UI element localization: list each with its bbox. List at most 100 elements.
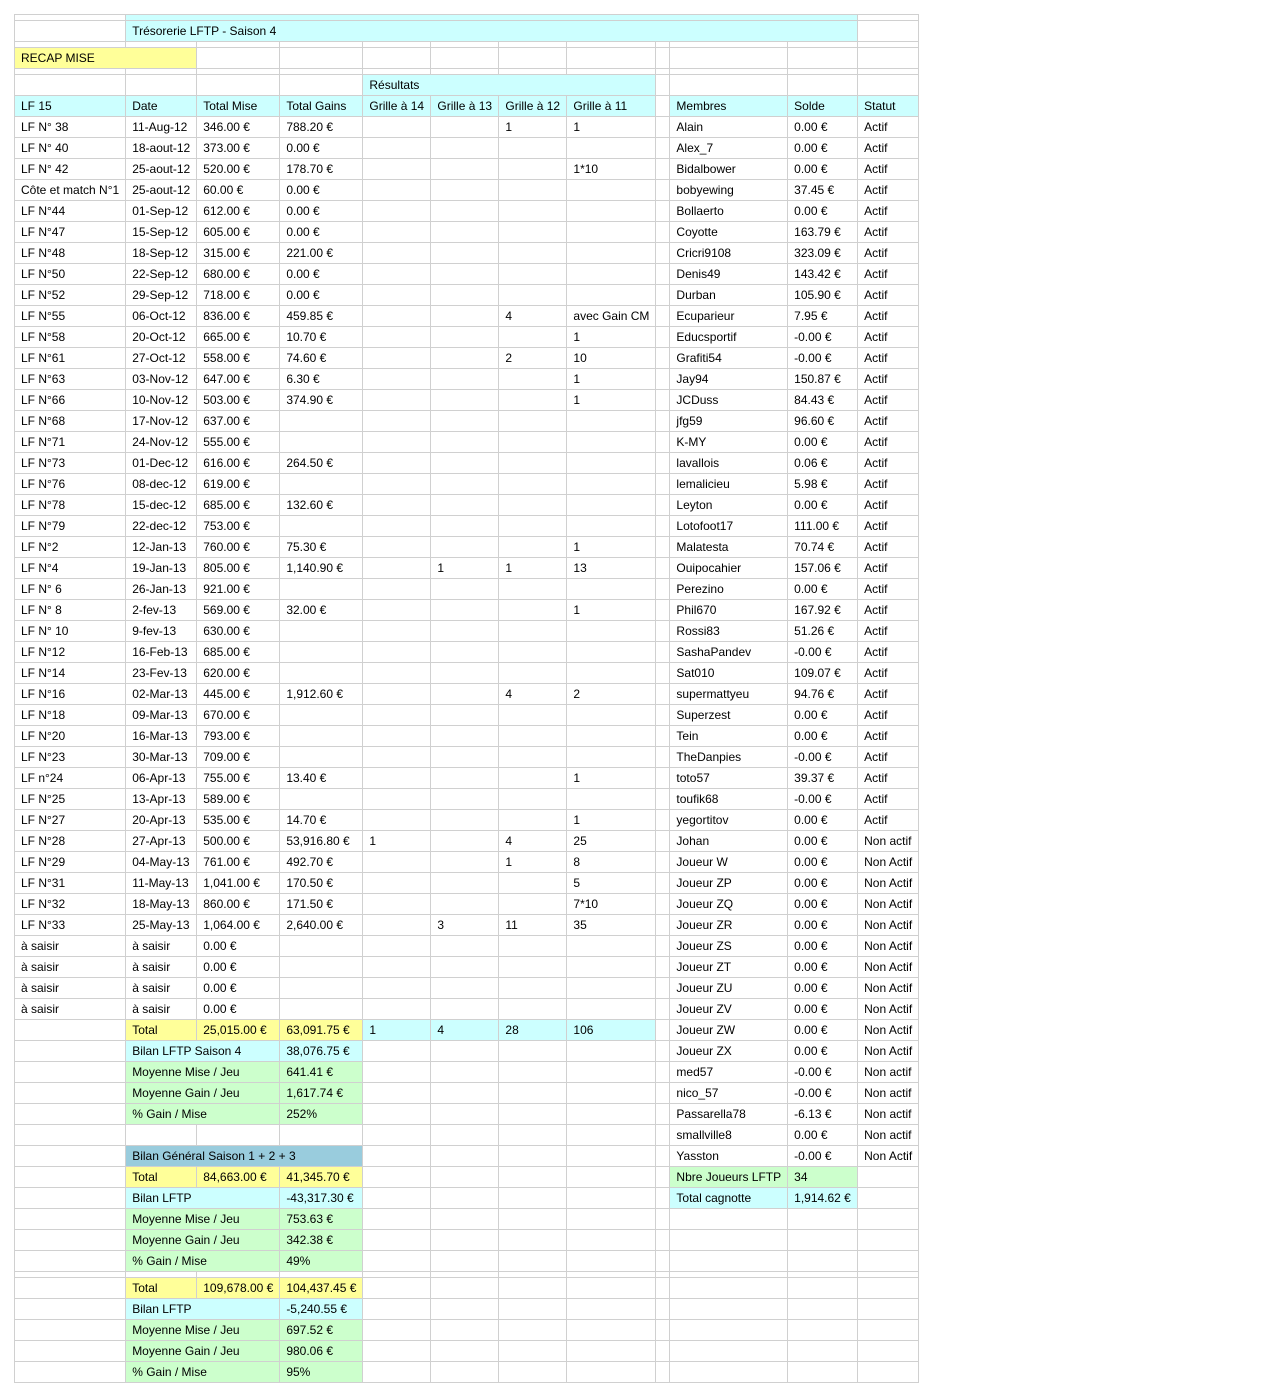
row-date[interactable]: 22-Sep-12 bbox=[125, 263, 198, 285]
row-grille-12[interactable] bbox=[498, 662, 568, 684]
season-bilan-label[interactable]: Bilan LFTP Saison 4 bbox=[125, 1040, 281, 1062]
member-statut[interactable]: Non Actif bbox=[857, 1145, 920, 1167]
member-solde[interactable]: -0.00 € bbox=[787, 788, 859, 810]
row-grille-12[interactable] bbox=[498, 137, 568, 159]
row-grille-12[interactable] bbox=[498, 221, 568, 243]
row-label[interactable]: LF N°12 bbox=[13, 641, 127, 663]
row-total-gains[interactable] bbox=[279, 935, 364, 957]
row-label[interactable]: LF N°66 bbox=[13, 389, 127, 411]
member-solde[interactable]: -6.13 € bbox=[787, 1103, 859, 1125]
row-grille-11[interactable]: 7*10 bbox=[566, 893, 657, 915]
row-total-mise[interactable]: 709.00 € bbox=[196, 746, 281, 768]
row-grille-12[interactable] bbox=[498, 998, 568, 1020]
row-grille-13[interactable] bbox=[430, 116, 500, 138]
member-solde[interactable]: 70.74 € bbox=[787, 536, 859, 558]
row-total-mise[interactable]: 760.00 € bbox=[196, 536, 281, 558]
grand-moy-gain-label[interactable]: Moyenne Gain / Jeu bbox=[125, 1340, 281, 1362]
row-date[interactable]: 06-Apr-13 bbox=[125, 767, 198, 789]
row-grille-13[interactable]: 3 bbox=[430, 914, 500, 936]
row-label[interactable]: à saisir bbox=[13, 935, 127, 957]
member-statut[interactable]: Actif bbox=[857, 494, 920, 516]
member-name[interactable]: Leyton bbox=[669, 494, 789, 516]
row-label[interactable]: LF N°68 bbox=[13, 410, 127, 432]
row-grille-13[interactable] bbox=[430, 515, 500, 537]
row-grille-12[interactable] bbox=[498, 494, 568, 516]
row-label[interactable]: LF N°48 bbox=[13, 242, 127, 264]
row-grille-13[interactable] bbox=[430, 221, 500, 243]
member-statut[interactable]: Non actif bbox=[857, 1082, 920, 1104]
row-total-mise[interactable]: 555.00 € bbox=[196, 431, 281, 453]
row-total-mise[interactable]: 665.00 € bbox=[196, 326, 281, 348]
member-name[interactable]: K-MY bbox=[669, 431, 789, 453]
row-grille-11[interactable] bbox=[566, 641, 657, 663]
header-grille-13[interactable]: Grille à 13 bbox=[430, 95, 500, 117]
row-grille-11[interactable]: 2 bbox=[566, 683, 657, 705]
row-total-gains[interactable] bbox=[279, 725, 364, 747]
row-grille-13[interactable] bbox=[430, 830, 500, 852]
summary-value[interactable]: 34 bbox=[787, 1166, 859, 1188]
row-date[interactable]: 15-dec-12 bbox=[125, 494, 198, 516]
row-grille-13[interactable] bbox=[430, 851, 500, 873]
row-grille-11[interactable] bbox=[566, 179, 657, 201]
member-statut[interactable]: Actif bbox=[857, 767, 920, 789]
header-solde[interactable]: Solde bbox=[787, 95, 859, 117]
row-grille-11[interactable]: 8 bbox=[566, 851, 657, 873]
grand-total-mise[interactable]: 109,678.00 € bbox=[196, 1277, 281, 1299]
row-date[interactable]: 25-aout-12 bbox=[125, 158, 198, 180]
member-solde[interactable]: 163.79 € bbox=[787, 221, 859, 243]
member-statut[interactable]: Actif bbox=[857, 599, 920, 621]
row-total-gains[interactable]: 14.70 € bbox=[279, 809, 364, 831]
member-name[interactable]: bobyewing bbox=[669, 179, 789, 201]
row-total-mise[interactable]: 718.00 € bbox=[196, 284, 281, 306]
row-total-mise[interactable]: 0.00 € bbox=[196, 998, 281, 1020]
member-name[interactable]: lavallois bbox=[669, 452, 789, 474]
grand-total-gains[interactable]: 104,437.45 € bbox=[279, 1277, 364, 1299]
row-label[interactable]: Côte et match N°1 bbox=[13, 179, 127, 201]
member-statut[interactable]: Actif bbox=[857, 347, 920, 369]
row-grille-14[interactable] bbox=[362, 431, 432, 453]
general-total-label[interactable]: Total bbox=[125, 1166, 198, 1188]
row-total-mise[interactable]: 647.00 € bbox=[196, 368, 281, 390]
row-label[interactable]: LF N°14 bbox=[13, 662, 127, 684]
member-solde[interactable]: 0.00 € bbox=[787, 956, 859, 978]
row-total-mise[interactable]: 0.00 € bbox=[196, 977, 281, 999]
row-total-gains[interactable] bbox=[279, 578, 364, 600]
member-statut[interactable]: Actif bbox=[857, 662, 920, 684]
row-total-mise[interactable]: 755.00 € bbox=[196, 767, 281, 789]
row-grille-14[interactable] bbox=[362, 242, 432, 264]
member-statut[interactable]: Actif bbox=[857, 410, 920, 432]
grand-pct-label[interactable]: % Gain / Mise bbox=[125, 1361, 281, 1383]
member-solde[interactable]: 0.00 € bbox=[787, 1040, 859, 1062]
row-grille-13[interactable] bbox=[430, 725, 500, 747]
row-grille-11[interactable] bbox=[566, 410, 657, 432]
member-name[interactable]: Perezino bbox=[669, 578, 789, 600]
member-solde[interactable]: -0.00 € bbox=[787, 326, 859, 348]
row-total-mise[interactable]: 620.00 € bbox=[196, 662, 281, 684]
member-solde[interactable]: -0.00 € bbox=[787, 641, 859, 663]
row-grille-11[interactable] bbox=[566, 788, 657, 810]
row-total-mise[interactable]: 630.00 € bbox=[196, 620, 281, 642]
member-name[interactable]: Joueur ZQ bbox=[669, 893, 789, 915]
row-grille-11[interactable]: 1*10 bbox=[566, 158, 657, 180]
row-total-mise[interactable]: 569.00 € bbox=[196, 599, 281, 621]
totals-label[interactable]: Total bbox=[125, 1019, 198, 1041]
row-total-mise[interactable]: 836.00 € bbox=[196, 305, 281, 327]
row-grille-13[interactable] bbox=[430, 683, 500, 705]
row-label[interactable]: LF N° 10 bbox=[13, 620, 127, 642]
row-label[interactable]: LF N°18 bbox=[13, 704, 127, 726]
member-name[interactable]: Bidalbower bbox=[669, 158, 789, 180]
member-name[interactable]: Ecuparieur bbox=[669, 305, 789, 327]
row-total-mise[interactable]: 612.00 € bbox=[196, 200, 281, 222]
row-grille-11[interactable]: 1 bbox=[566, 368, 657, 390]
general-bilan-value[interactable]: -43,317.30 € bbox=[279, 1187, 364, 1209]
member-solde[interactable]: -0.00 € bbox=[787, 1082, 859, 1104]
grand-bilan-value[interactable]: -5,240.55 € bbox=[279, 1298, 364, 1320]
row-total-mise[interactable]: 605.00 € bbox=[196, 221, 281, 243]
member-name[interactable]: Malatesta bbox=[669, 536, 789, 558]
member-statut[interactable]: Actif bbox=[857, 536, 920, 558]
member-statut[interactable]: Non Actif bbox=[857, 998, 920, 1020]
season-moy-gain-value[interactable]: 1,617.74 € bbox=[279, 1082, 364, 1104]
member-statut[interactable]: Actif bbox=[857, 473, 920, 495]
row-total-gains[interactable]: 2,640.00 € bbox=[279, 914, 364, 936]
row-label[interactable]: LF N° 42 bbox=[13, 158, 127, 180]
